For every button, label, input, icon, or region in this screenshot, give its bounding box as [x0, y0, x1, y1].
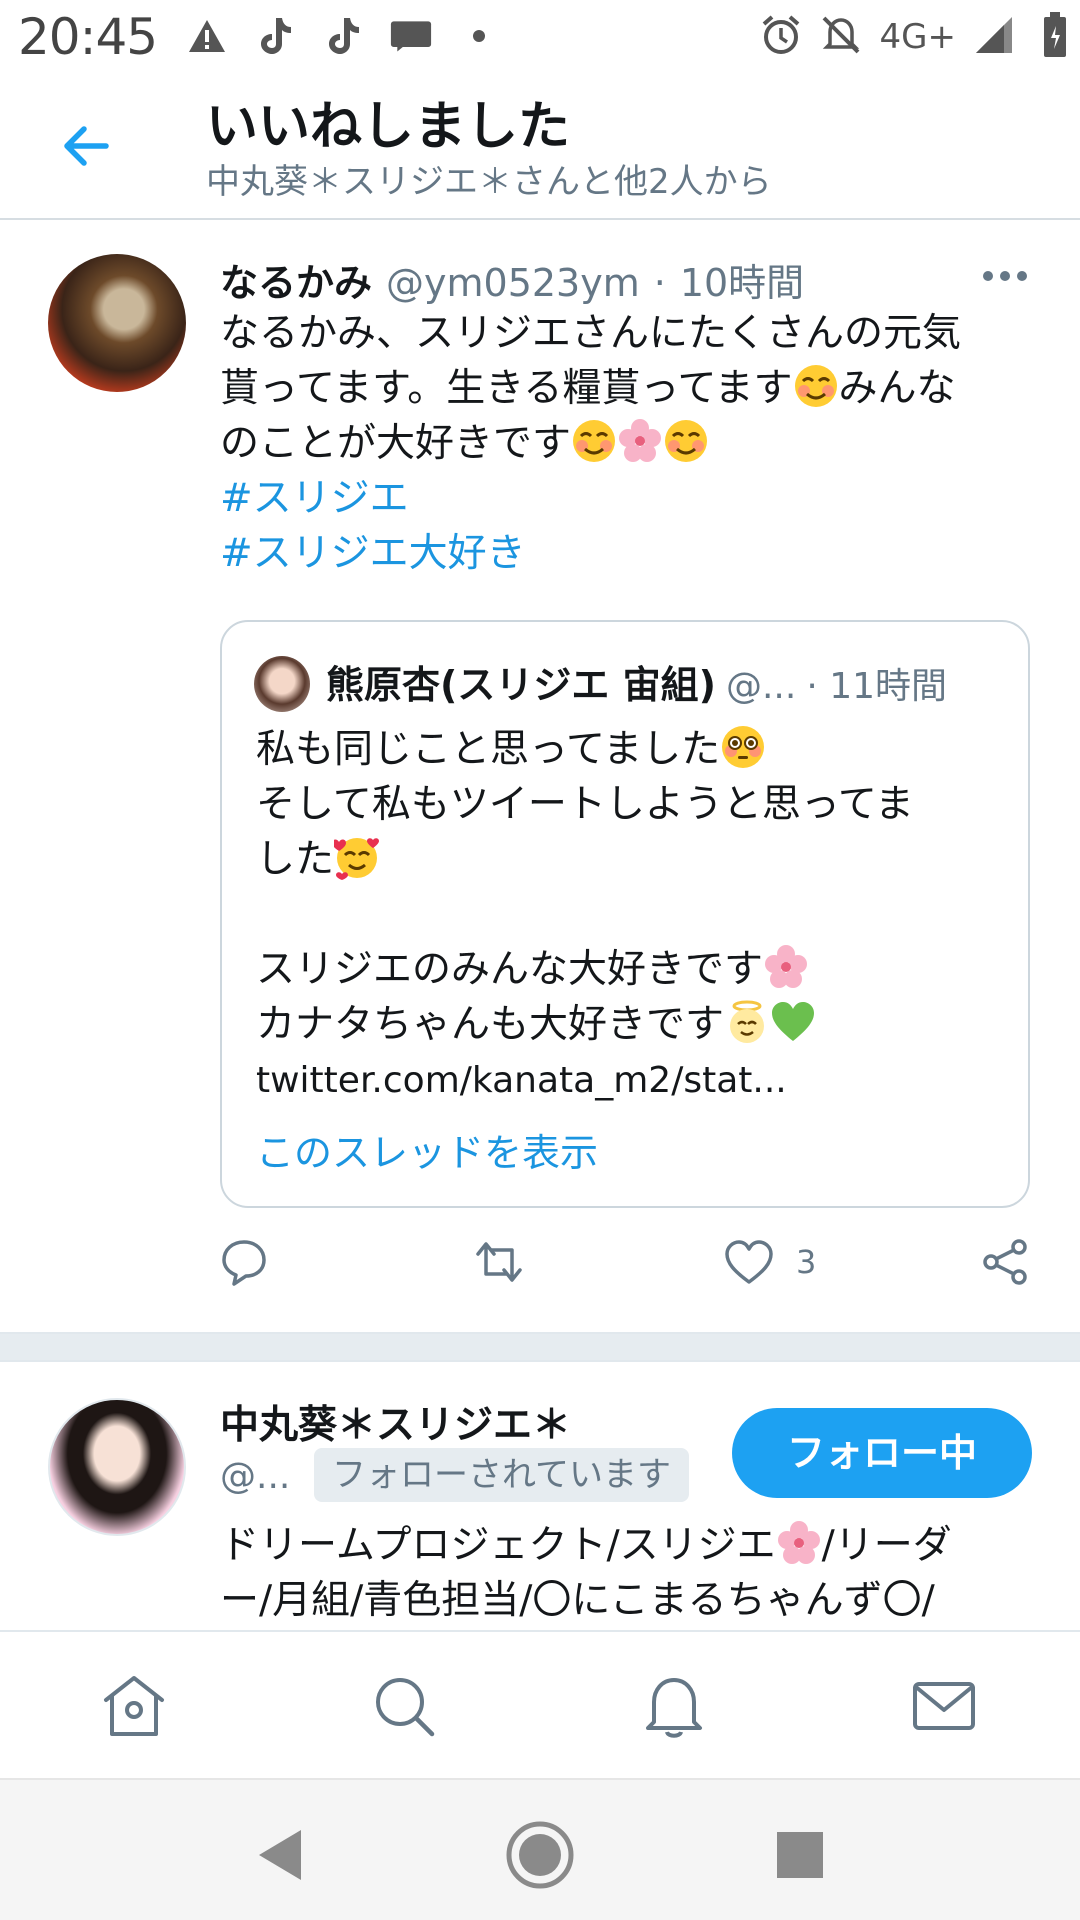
signal-icon: [974, 15, 1024, 59]
avatar: [254, 656, 310, 712]
tweet-time: 10時間: [679, 261, 805, 305]
green-heart-emoji-icon: [772, 1002, 815, 1041]
notification-icons: [186, 14, 500, 58]
search-icon[interactable]: [370, 1672, 438, 1740]
user-bio: ドリームプロジェクト/スリジエ/リーダ ー/月組/青色担当/〇にこまるちゃんず〇…: [220, 1518, 1040, 1628]
tiktok-icon: [322, 14, 364, 58]
quoted-tweet-header: 熊原杏(スリジエ 宙組) @... · 11時間: [326, 654, 947, 709]
tweet-author-name[interactable]: なるかみ: [220, 252, 372, 307]
back-triangle-icon[interactable]: [245, 1820, 315, 1890]
more-options-icon[interactable]: [980, 268, 1030, 284]
quoted-text-line: そして私もツイートしようと思ってま: [256, 782, 914, 827]
warning-icon: [186, 14, 228, 58]
cherry-blossom-emoji-icon: [777, 1521, 820, 1564]
quoted-author-name: 熊原杏(スリジエ 宙組): [326, 663, 716, 707]
quoted-tweet-text: 私も同じこと思ってました そして私もツイートしようと思ってま した スリジエのみ…: [256, 722, 1016, 1052]
smiling-face-emoji-icon: [573, 420, 616, 462]
following-button[interactable]: フォロー中: [732, 1408, 1032, 1498]
quoted-text-line: した: [256, 832, 1016, 887]
quoted-text-line: カナタちゃんも大好きです: [256, 997, 1016, 1052]
user-name: 中丸葵＊スリジエ＊: [220, 1403, 572, 1448]
tweet-text-line: なるかみ、スリジエさんにたくさんの元気: [220, 311, 962, 356]
quoted-text-line: スリジエのみんな大好きです: [256, 942, 1016, 997]
tweet-header: なるかみ @ym0523ym · 10時間: [220, 252, 804, 307]
separator: ·: [653, 261, 666, 305]
home-icon[interactable]: [100, 1672, 168, 1740]
recents-square-icon[interactable]: [765, 1820, 835, 1890]
cherry-blossom-emoji-icon: [765, 945, 808, 988]
header: いいねしました 中丸葵＊スリジエ＊さんと他2人から: [0, 80, 1080, 220]
network-type: 4G+: [879, 17, 956, 57]
avatar[interactable]: [48, 1398, 186, 1536]
like-button[interactable]: 3: [724, 1232, 816, 1292]
system-navigation-bar: [0, 1778, 1080, 1920]
retweet-icon: [476, 1242, 522, 1282]
quoted-tweet-link[interactable]: twitter.com/kanata_m2/stat...: [256, 1060, 787, 1101]
smiling-face-emoji-icon: [794, 365, 837, 407]
tweet-text-line: 貰ってます。生きる糧貰ってます みんな: [220, 361, 1040, 416]
bottom-navigation: [0, 1630, 1080, 1778]
dot-icon: [458, 14, 500, 58]
back-arrow-icon[interactable]: [56, 116, 116, 176]
quoted-text-line: 私も同じこと思ってました: [256, 722, 1016, 777]
smiling-face-with-hearts-emoji-icon: [334, 838, 380, 880]
mute-icon: [820, 14, 862, 60]
quoted-tweet[interactable]: 熊原杏(スリジエ 宙組) @... · 11時間 私も同じこと思ってました そし…: [220, 620, 1030, 1208]
quoted-tweet-time: · 11時間: [806, 666, 948, 707]
share-button[interactable]: [980, 1232, 1030, 1292]
cherry-blossom-emoji-icon: [619, 419, 662, 462]
bio-line: ドリームプロジェクト/スリジエ/リーダ: [220, 1518, 1040, 1573]
avatar[interactable]: [48, 254, 186, 392]
app-755-icon: [390, 14, 432, 58]
alarm-icon: [760, 14, 802, 60]
tweet[interactable]: なるかみ @ym0523ym · 10時間 なるかみ、スリジエさんにたくさんの元…: [0, 222, 1080, 1330]
user-handle: @...: [220, 1456, 291, 1497]
bio-line: ー/月組/青色担当/〇にこまるちゃんず〇/: [220, 1578, 935, 1623]
page-subtitle: 中丸葵＊スリジエ＊さんと他2人から: [206, 162, 772, 202]
status-time: 20:45: [18, 8, 158, 66]
tweet-author-handle: @ym0523ym: [386, 261, 640, 305]
heart-icon: [725, 1240, 773, 1284]
share-icon: [983, 1239, 1027, 1285]
quoted-author-handle: @...: [725, 666, 797, 707]
status-bar: 20:45 4G+: [0, 0, 1080, 80]
reply-icon: [222, 1240, 266, 1286]
section-divider: [0, 1332, 1080, 1362]
battery-icon: [1042, 12, 1068, 62]
like-count: 3: [796, 1243, 817, 1281]
flushed-face-emoji-icon: [722, 726, 765, 768]
hashtag-link[interactable]: #スリジエ: [220, 471, 1040, 526]
follows-you-badge: フォローされています: [314, 1448, 689, 1502]
messages-icon[interactable]: [910, 1672, 978, 1740]
tiktok-icon: [254, 14, 296, 58]
smiling-face-emoji-icon: [665, 420, 708, 462]
angel-face-emoji-icon: [730, 1000, 765, 1043]
system-icons: 4G+: [760, 12, 1068, 62]
page-title: いいねしました: [206, 97, 571, 157]
home-circle-icon[interactable]: [505, 1820, 575, 1890]
tweet-text-line: のことが大好きです: [220, 416, 1040, 471]
hashtag-link[interactable]: #スリジエ大好き: [220, 526, 1040, 581]
tweet-text: なるかみ、スリジエさんにたくさんの元気 貰ってます。生きる糧貰ってます みんな の…: [220, 306, 1040, 581]
user-card[interactable]: 中丸葵＊スリジエ＊ @... フォローされています フォロー中 ドリームプロジェ…: [0, 1362, 1080, 1630]
tweet-actions: 3: [220, 1232, 1040, 1292]
show-thread-link[interactable]: このスレッドを表示: [256, 1122, 598, 1177]
notifications-icon[interactable]: [640, 1672, 708, 1740]
reply-button[interactable]: [220, 1232, 268, 1292]
retweet-button[interactable]: [472, 1232, 526, 1292]
